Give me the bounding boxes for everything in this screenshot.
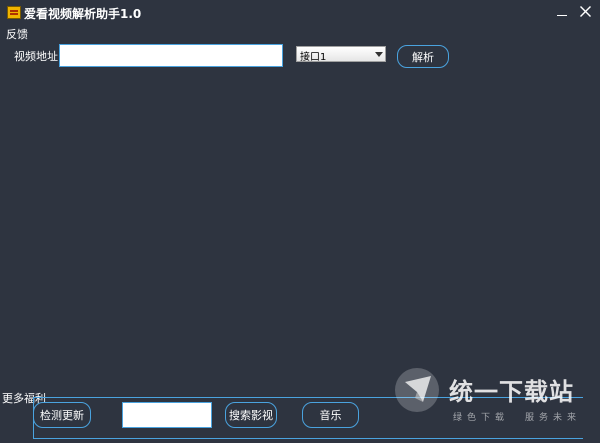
watermark: 统一下载站 绿色下载 服务未来 (393, 366, 593, 428)
video-url-label: 视频地址 (14, 50, 58, 63)
interface-select[interactable]: 接口1 (296, 46, 386, 63)
window-title: 爱看视频解析助手1.0 (24, 7, 142, 21)
close-icon (579, 6, 591, 17)
watermark-logo-icon (395, 368, 439, 412)
app-logo-icon (7, 6, 21, 19)
dropdown-arrow-icon[interactable] (372, 47, 385, 61)
feedback-menu[interactable]: 反馈 (6, 26, 28, 42)
music-button[interactable]: 音乐 (302, 402, 359, 428)
title-bar: 爱看视频解析助手1.0 (0, 0, 600, 26)
watermark-subtitle-left: 绿色下载 (453, 413, 510, 423)
interface-select-value: 接口1 (300, 52, 327, 63)
watermark-subtitle-right: 服务未来 (525, 413, 582, 423)
movie-search-input[interactable] (122, 402, 212, 428)
minimize-icon (557, 15, 567, 16)
watermark-title: 统一下载站 (449, 378, 574, 406)
video-url-input[interactable] (59, 44, 283, 67)
minimize-button[interactable] (552, 2, 572, 22)
check-update-button[interactable]: 检测更新 (33, 402, 91, 428)
close-button[interactable] (575, 2, 595, 22)
search-movies-button[interactable]: 搜索影视 (225, 402, 277, 428)
parse-button[interactable]: 解析 (397, 45, 449, 68)
